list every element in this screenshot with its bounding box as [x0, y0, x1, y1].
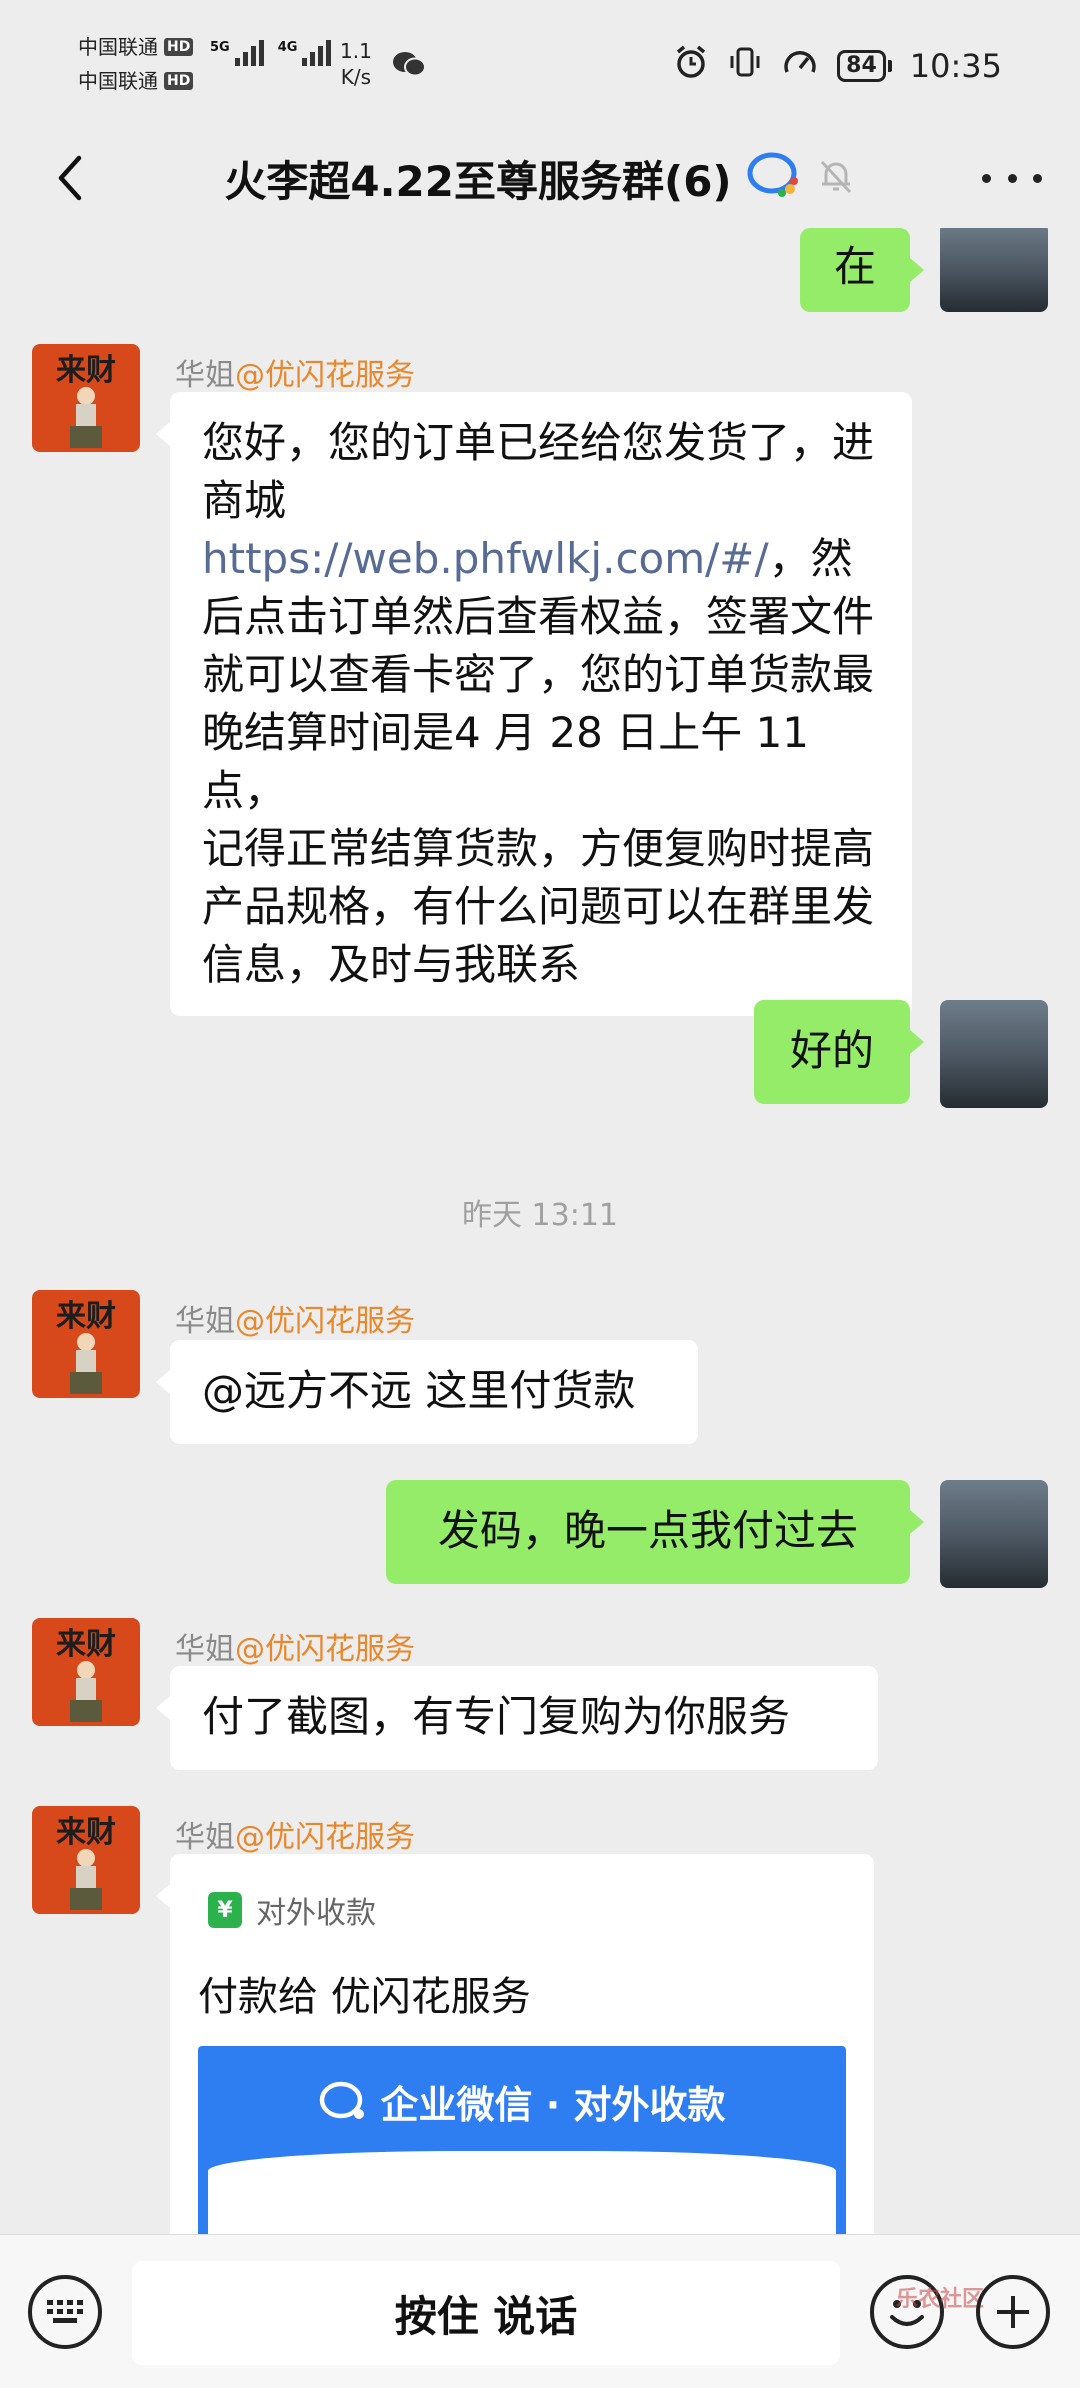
- message-list[interactable]: 在 来财 华姐@优闪花服务 您好，您的订单已经给您发货了，进商城 https:/…: [0, 228, 1080, 2234]
- more-options-button[interactable]: [982, 156, 1042, 200]
- avatar-self[interactable]: [940, 1480, 1048, 1588]
- sender-name: 华姐@优闪花服务: [175, 1632, 415, 1667]
- keyboard-toggle-button[interactable]: [28, 2275, 102, 2349]
- status-bar: 中国联通 HD 中国联通 HD 5G 4G 1.1 K/s 84 10:35: [0, 0, 1080, 128]
- svg-text:来财: 来财: [56, 1628, 116, 1661]
- payment-card-header: ¥ 对外收款: [208, 1888, 376, 1932]
- work-wechat-icon: [746, 151, 802, 205]
- yen-icon: ¥: [208, 1892, 242, 1928]
- hold-to-talk-button[interactable]: 按住 说话: [132, 2261, 840, 2365]
- timestamp: 昨天 13:11: [462, 1198, 618, 1233]
- input-bar: 按住 说话 乐农社区: [0, 2234, 1080, 2388]
- message-bubble-other[interactable]: 您好，您的订单已经给您发货了，进商城 https://web.phfwlkj.c…: [156, 392, 912, 1016]
- payment-card[interactable]: ¥ 对外收款 付款给 优闪花服务 企业微信 · 对外收款: [156, 1854, 874, 2234]
- keyboard-icon: [47, 2300, 83, 2323]
- svg-text:来财: 来财: [56, 354, 116, 387]
- avatar-other[interactable]: 来财: [32, 344, 140, 452]
- more-functions-button[interactable]: [976, 2275, 1050, 2349]
- chevron-left-icon: [58, 155, 82, 201]
- work-wechat-logo-icon: [319, 2081, 364, 2119]
- network-speed: 1.1 K/s: [340, 39, 372, 89]
- mute-bell-icon: [816, 156, 856, 200]
- svg-text:来财: 来财: [56, 1300, 116, 1333]
- avatar-self[interactable]: [940, 1000, 1048, 1108]
- hd-badge: HD: [164, 72, 194, 90]
- svg-text:来财: 来财: [56, 1816, 116, 1849]
- signal-indicators: 5G 4G: [210, 40, 332, 66]
- carrier-name: 中国联通: [78, 35, 158, 59]
- speedometer-icon: [781, 44, 819, 88]
- payment-banner: 企业微信 · 对外收款: [198, 2046, 846, 2234]
- system-status: 84 10:35: [673, 44, 1002, 88]
- sender-name: 华姐@优闪花服务: [175, 1304, 415, 1339]
- message-bubble-self[interactable]: 好的: [754, 1000, 924, 1104]
- avatar-other[interactable]: 来财: [32, 1806, 140, 1914]
- alarm-icon: [673, 44, 709, 88]
- clock: 10:35: [909, 47, 1002, 85]
- watermark: 乐农社区: [896, 2287, 985, 2312]
- payment-recipient: 付款给 优闪花服务: [198, 1974, 531, 2020]
- message-bubble-self[interactable]: 发码，晚一点我付过去: [386, 1480, 924, 1584]
- battery-icon: 84: [837, 50, 892, 82]
- message-bubble-other[interactable]: 付了截图，有专门复购为你服务: [156, 1666, 878, 1770]
- avatar-other[interactable]: 来财: [32, 1290, 140, 1398]
- carrier-info: 中国联通 HD 中国联通 HD: [78, 30, 194, 98]
- wechat-notification-icon: [392, 50, 426, 82]
- chat-title: 火李超4.22至尊服务群(6): [224, 156, 732, 206]
- chat-header: 火李超4.22至尊服务群(6): [0, 128, 1080, 228]
- vibrate-icon: [727, 44, 763, 88]
- avatar-self[interactable]: [940, 228, 1048, 312]
- carrier-name: 中国联通: [78, 69, 158, 93]
- signal-5g-icon: 5G: [210, 40, 264, 66]
- message-bubble-self[interactable]: 在: [800, 228, 924, 312]
- signal-4g-icon: 4G: [278, 40, 332, 66]
- message-link[interactable]: https://web.phfwlkj.com/#/: [202, 534, 769, 583]
- message-bubble-other[interactable]: @远方不远 这里付货款: [156, 1340, 698, 1444]
- back-button[interactable]: [40, 148, 100, 208]
- sender-name: 华姐@优闪花服务: [175, 358, 415, 393]
- avatar-other[interactable]: 来财: [32, 1618, 140, 1726]
- hd-badge: HD: [164, 38, 194, 56]
- sender-name: 华姐@优闪花服务: [175, 1820, 415, 1855]
